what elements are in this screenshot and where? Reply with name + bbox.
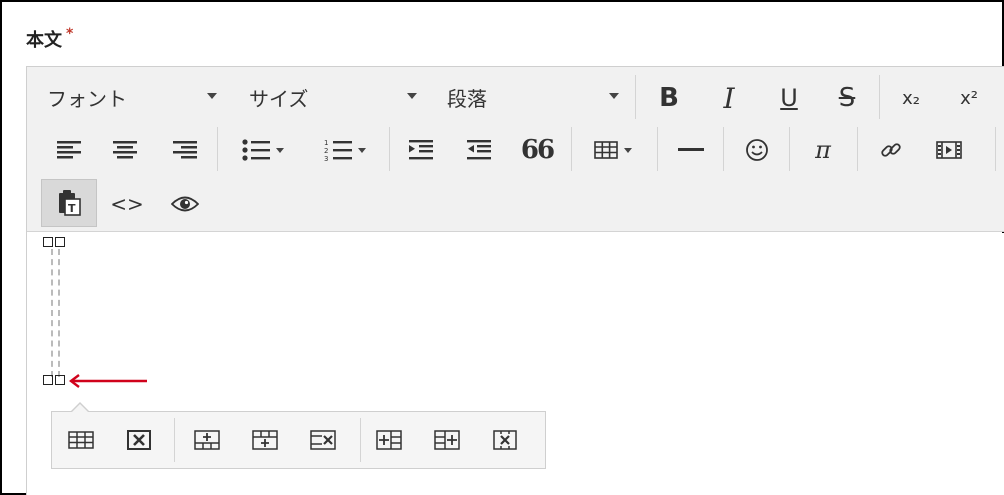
insert-column-right-button[interactable] — [432, 426, 462, 454]
font-select[interactable]: フォント — [47, 83, 217, 113]
toolbar-separator — [389, 127, 390, 171]
paragraph-select-label: 段落 — [447, 87, 487, 111]
preview-button[interactable] — [165, 185, 205, 223]
bullet-list-icon — [242, 139, 270, 161]
paragraph-select[interactable]: 段落 — [447, 83, 619, 113]
subscript-button[interactable]: x₂ — [891, 79, 931, 117]
underline-button[interactable]: U — [769, 79, 809, 117]
toolbar-row-2: 123 66 π — [27, 121, 1004, 177]
numbered-list-chevron-down-icon — [358, 147, 366, 153]
popup-separator — [174, 418, 175, 462]
align-left-button[interactable] — [49, 131, 89, 169]
delete-row-button[interactable] — [308, 426, 338, 454]
insert-column-left-button[interactable] — [374, 426, 404, 454]
link-button[interactable] — [871, 131, 911, 169]
table-tools-popup — [51, 402, 546, 469]
bold-button[interactable]: B — [649, 79, 689, 117]
paste-as-text-button[interactable]: T — [41, 179, 97, 227]
toolbar-row-1: フォント サイズ 段落 B I U S x₂ x² — [27, 69, 1004, 125]
rich-text-editor: フォント サイズ 段落 B I U S x₂ x² 1 2 3 66 π T <… — [26, 66, 1004, 495]
font-select-label: フォント — [47, 87, 127, 111]
toolbar-separator — [995, 127, 996, 171]
eye-icon — [171, 196, 199, 212]
horizontal-rule-icon — [678, 148, 704, 151]
math-button[interactable]: π — [803, 131, 843, 169]
pi-icon: π — [815, 136, 831, 164]
code-icon: <> — [110, 192, 144, 216]
strikethrough-button[interactable]: S — [827, 79, 867, 117]
table-cell-marker-top — [43, 237, 67, 249]
popup-separator — [360, 418, 361, 462]
source-code-button[interactable]: <> — [107, 185, 147, 223]
outdent-button[interactable] — [459, 131, 499, 169]
italic-button[interactable]: I — [709, 79, 749, 117]
field-label: 本文 * — [26, 26, 73, 52]
blockquote-icon: 66 — [520, 135, 555, 165]
insert-row-above-icon — [194, 430, 220, 450]
delete-table-button[interactable] — [124, 426, 154, 454]
svg-text:3: 3 — [324, 155, 328, 162]
font-select-chevron-down-icon — [207, 93, 217, 99]
paste-text-icon: T — [59, 190, 81, 216]
table-properties-button[interactable] — [66, 426, 96, 454]
size-select-label: サイズ — [249, 87, 309, 111]
insert-table-button[interactable] — [583, 131, 643, 169]
table-chevron-down-icon — [624, 147, 632, 153]
toolbar-row-3: T <> — [27, 175, 1004, 231]
popup-pointer-inner — [71, 404, 89, 413]
blockquote-button[interactable]: 66 — [517, 131, 557, 169]
align-right-icon — [173, 141, 197, 159]
toolbar-separator — [723, 127, 724, 171]
toolbar-separator — [857, 127, 858, 171]
paragraph-select-chevron-down-icon — [609, 93, 619, 99]
toolbar-separator — [657, 127, 658, 171]
align-left-icon — [57, 141, 81, 159]
toolbar-separator — [635, 75, 636, 119]
table-icon — [68, 431, 94, 449]
size-select[interactable]: サイズ — [249, 83, 417, 113]
insert-column-right-icon — [434, 430, 460, 450]
emoji-button[interactable] — [737, 131, 777, 169]
table-cell-dashed-border — [51, 249, 60, 377]
insert-video-button[interactable] — [929, 131, 969, 169]
toolbar-separator — [879, 75, 880, 119]
smiley-icon — [746, 139, 768, 161]
svg-text:T: T — [68, 202, 76, 215]
toolbar-separator — [789, 127, 790, 171]
field-label-text: 本文 — [26, 30, 62, 51]
toolbar-separator — [217, 127, 218, 171]
film-icon — [936, 141, 962, 159]
horizontal-rule-button[interactable] — [671, 131, 711, 169]
align-right-button[interactable] — [165, 131, 205, 169]
insert-row-below-button[interactable] — [250, 426, 280, 454]
insert-column-left-icon — [376, 430, 402, 450]
numbered-list-button[interactable]: 123 — [309, 131, 381, 169]
table-cell-marker-bottom[interactable] — [43, 375, 67, 387]
align-center-button[interactable] — [105, 131, 145, 169]
bullet-list-button[interactable] — [227, 131, 299, 169]
delete-column-button[interactable] — [490, 426, 520, 454]
size-select-chevron-down-icon — [407, 93, 417, 99]
link-icon — [881, 143, 901, 157]
align-center-icon — [113, 141, 137, 159]
delete-table-icon — [127, 430, 151, 450]
editor-toolbar: フォント サイズ 段落 B I U S x₂ x² 1 2 3 66 π T <… — [27, 67, 1004, 232]
indent-icon — [409, 140, 433, 160]
toolbar-separator — [571, 127, 572, 171]
bullet-list-chevron-down-icon — [276, 147, 284, 153]
svg-text:2: 2 — [324, 147, 328, 155]
editor-content-area[interactable] — [27, 233, 1004, 495]
delete-column-icon — [493, 430, 517, 450]
insert-row-below-icon — [252, 430, 278, 450]
table-icon — [594, 141, 618, 159]
delete-row-icon — [310, 430, 336, 450]
required-mark: * — [66, 26, 74, 42]
red-arrow-icon — [69, 374, 147, 388]
indent-button[interactable] — [401, 131, 441, 169]
numbered-list-icon: 123 — [324, 139, 352, 162]
insert-row-above-button[interactable] — [192, 426, 222, 454]
superscript-button[interactable]: x² — [949, 79, 989, 117]
svg-text:1: 1 — [324, 139, 328, 147]
outdent-icon — [467, 140, 491, 160]
